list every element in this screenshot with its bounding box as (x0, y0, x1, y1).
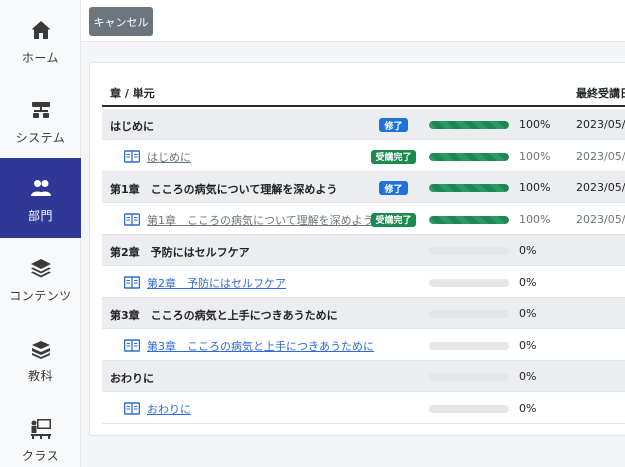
unit-link[interactable]: 第1章 こころの病気について理解を深めよう (147, 212, 374, 228)
chapter-title: 第3章 こころの病気と上手につきあうために (110, 309, 338, 322)
unit-row: 第1章 こころの病気について理解を深めよう受講完了 100% 2023/05/0 (102, 203, 625, 235)
attended-badge: 受講完了 (371, 212, 416, 227)
sidebar-item-label: ホーム (21, 51, 60, 65)
sidebar-item-department[interactable]: 部門 (0, 158, 81, 238)
chapter-title: 第2章 予防にはセルフケア (110, 246, 250, 259)
unit-row: 第3章 こころの病気と上手につきあうために 0% (102, 329, 625, 361)
sitemap-icon (31, 102, 50, 118)
chapter-row: 第1章 こころの病気について理解を深めよう 修了 100% 2023/05/0 (102, 172, 625, 203)
progress-bar (429, 373, 509, 381)
column-header-title: 章 / 単元 (110, 87, 155, 100)
progress-percent: 0% (519, 338, 537, 352)
chapter-title: はじめに (110, 120, 154, 133)
sidebar: ホーム システム 部門 コンテンツ 教科 クラス (0, 0, 81, 467)
sidebar-item-system[interactable]: システム (0, 80, 81, 160)
progress-percent: 100% (519, 212, 551, 226)
users-icon (30, 180, 51, 196)
attended-badge: 受講完了 (371, 149, 416, 164)
chapter-row: はじめに 修了 100% 2023/05/0 (102, 109, 625, 140)
unit-title-cell: 第3章 こころの病気と上手につきあうために (124, 338, 374, 354)
progress-bar-fill (429, 121, 509, 129)
unit-row: 第2章 予防にはセルフケア 0% (102, 266, 625, 298)
chapter-row: 第2章 予防にはセルフケア 0% (102, 235, 625, 266)
progress-bar (429, 215, 509, 224)
last-attended-date: 2023/05/0 (576, 149, 625, 163)
open-book-icon (124, 150, 140, 163)
progress-percent: 0% (519, 370, 537, 383)
progress-card: 章 / 単元 最終受講日 はじめに修了100%2023/05/0はじめに受講完了… (89, 62, 625, 436)
unit-title-cell: おわりに (124, 401, 191, 417)
progress-percent: 0% (519, 307, 537, 320)
sidebar-item-label: コンテンツ (9, 289, 72, 303)
progress-bar (429, 184, 509, 192)
layers-icon (30, 259, 51, 278)
sidebar-item-class[interactable]: クラス (0, 398, 81, 467)
sidebar-item-home[interactable]: ホーム (0, 0, 81, 80)
progress-bar (429, 404, 509, 413)
progress-bar-fill (429, 215, 509, 224)
progress-bar (429, 341, 509, 350)
unit-link[interactable]: はじめに (147, 149, 191, 165)
chapter-title: 第1章 こころの病気について理解を深めよう (110, 183, 338, 196)
sidebar-item-contents[interactable]: コンテンツ (0, 238, 81, 318)
progress-percent: 100% (519, 149, 551, 163)
chapter-row: 第3章 こころの病気と上手につきあうために 0% (102, 298, 625, 329)
unit-title-cell: はじめに (124, 149, 191, 165)
last-attended-date: 2023/05/0 (576, 212, 625, 226)
open-book-icon (124, 339, 140, 352)
sidebar-item-label: 教科 (27, 369, 53, 383)
cancel-button[interactable]: キャンセル (89, 7, 153, 36)
progress-percent: 0% (519, 244, 537, 257)
progress-percent: 0% (519, 401, 537, 415)
unit-title-cell: 第1章 こころの病気について理解を深めよう (124, 212, 374, 228)
table-header: 章 / 単元 最終受講日 (102, 77, 625, 107)
progress-bar (429, 278, 509, 287)
chapter-title: おわりに (110, 372, 154, 385)
progress-percent: 100% (519, 118, 551, 131)
classroom-icon (30, 419, 51, 439)
unit-link[interactable]: 第2章 予防にはセルフケア (147, 275, 286, 291)
progress-bar (429, 121, 509, 129)
unit-link[interactable]: 第3章 こころの病気と上手につきあうために (147, 338, 374, 354)
progress-bar (429, 310, 509, 318)
open-book-icon (124, 402, 140, 415)
sidebar-item-subject[interactable]: 教科 (0, 318, 81, 398)
unit-row: はじめに 受講完了 100% 2023/05/0 (102, 140, 625, 172)
progress-bar-fill (429, 184, 509, 192)
progress-bar (429, 152, 509, 161)
sidebar-item-label: システム (15, 131, 66, 145)
progress-bar-fill (429, 152, 509, 161)
last-attended-date: 2023/05/0 (576, 118, 625, 131)
books-icon (31, 341, 50, 359)
progress-bar (429, 247, 509, 255)
sidebar-item-label: 部門 (27, 209, 53, 223)
chapter-row: おわりに 0% (102, 361, 625, 392)
open-book-icon (124, 276, 140, 289)
top-toolbar: キャンセル (81, 0, 625, 42)
progress-percent: 100% (519, 181, 551, 194)
unit-title-cell: 第2章 予防にはセルフケア (124, 275, 286, 291)
unit-link[interactable]: おわりに (147, 401, 191, 417)
column-header-last-date: 最終受講日 (576, 87, 625, 100)
progress-percent: 0% (519, 275, 537, 289)
unit-row: おわりに 0% (102, 392, 625, 424)
completed-badge: 修了 (379, 181, 408, 195)
open-book-icon (124, 213, 140, 226)
last-attended-date: 2023/05/0 (576, 181, 625, 194)
sidebar-item-label: クラス (21, 449, 60, 463)
home-icon (31, 21, 50, 39)
completed-badge: 修了 (379, 118, 408, 132)
